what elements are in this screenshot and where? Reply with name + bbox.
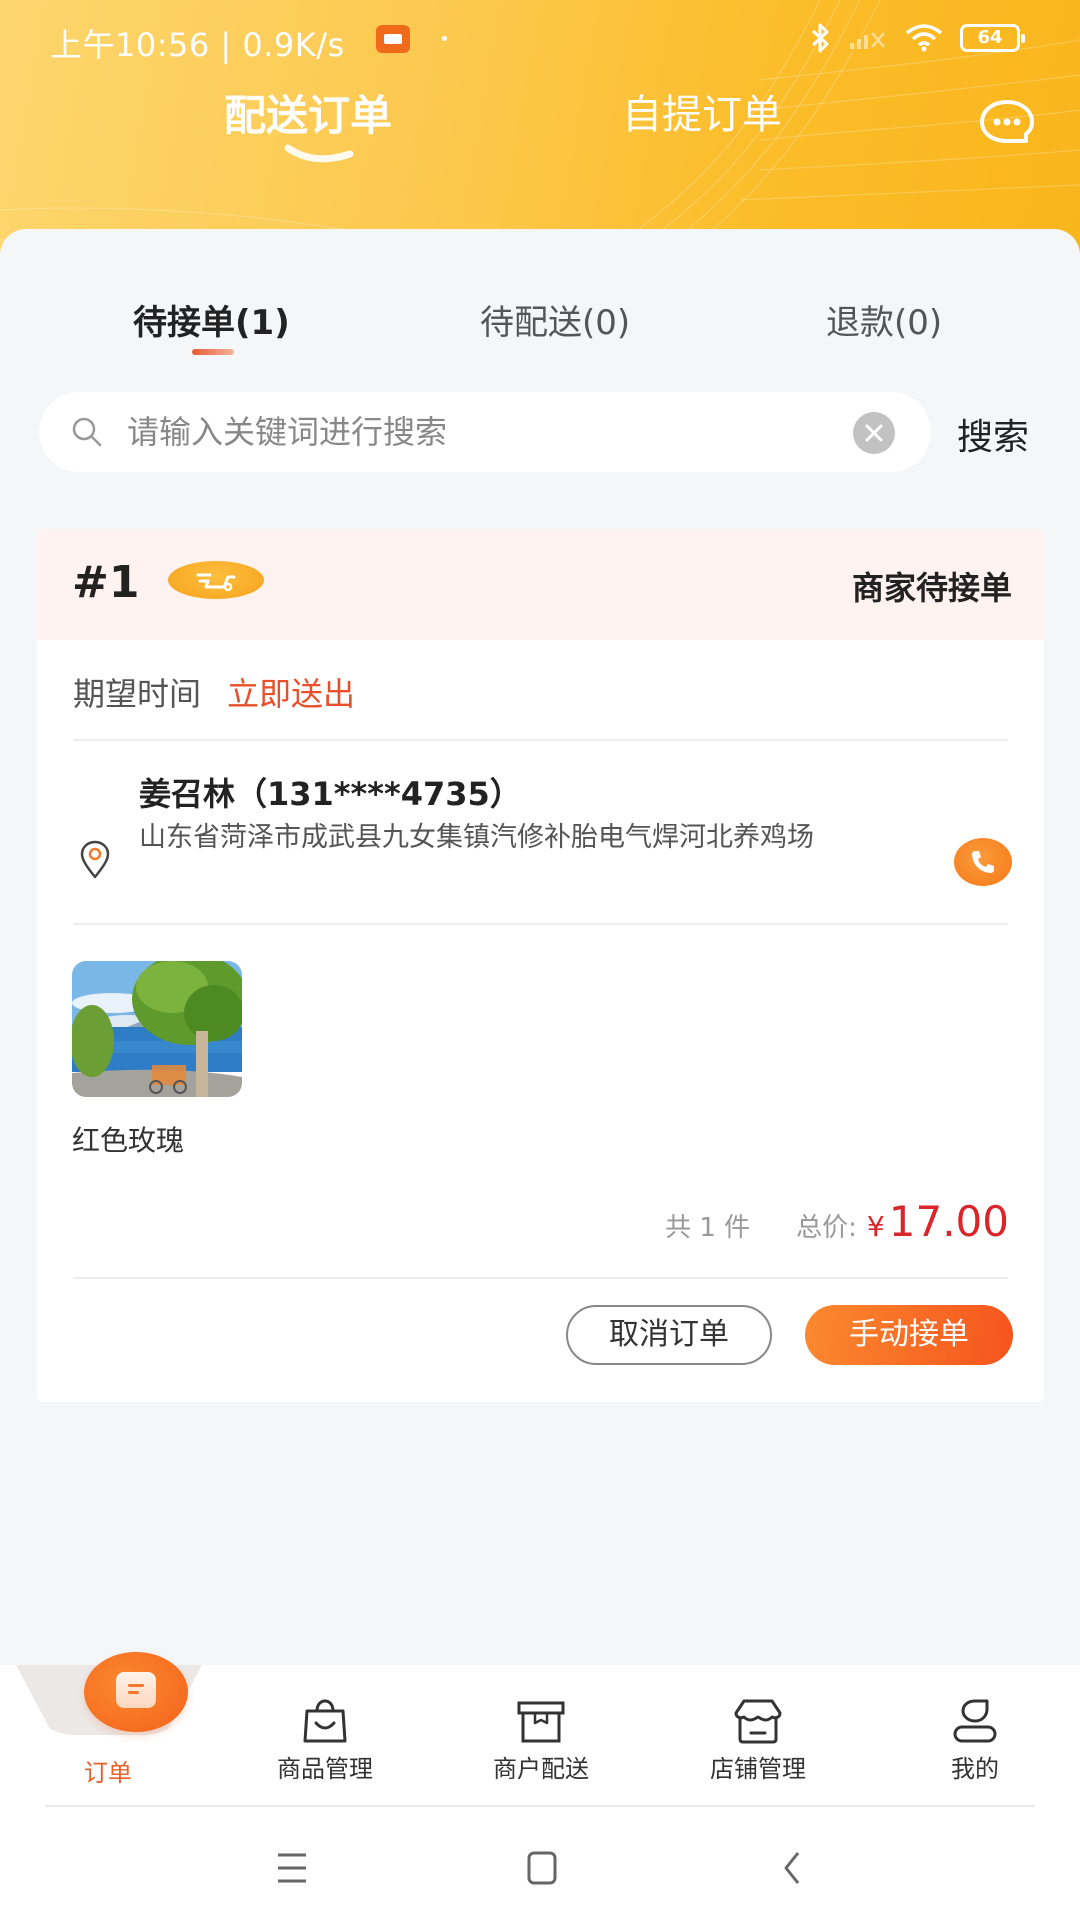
active-tab-indicator (192, 349, 234, 355)
nav-label: 店铺管理 (710, 1755, 806, 1783)
tab-pending-delivery[interactable]: 待配送(0) (480, 295, 630, 344)
expected-time-label: 期望时间 (73, 675, 202, 713)
phone-icon (972, 851, 994, 873)
expected-time-row: 期望时间 立即送出 (73, 669, 355, 715)
nav-item-product-management[interactable]: 商品管理 (245, 1665, 405, 1795)
customer-info: 姜召林（131****4735） 山东省菏泽市成武县九女集镇汽修补胎电气焊河北养… (37, 761, 1044, 921)
manual-accept-button[interactable]: 手动接单 (805, 1305, 1013, 1365)
close-icon (865, 424, 883, 442)
divider (73, 1277, 1008, 1279)
chat-bubble-icon (980, 100, 1034, 143)
signal-icon (850, 32, 885, 49)
order-total-row: 共 1 件 总价: ¥ 17.00 (665, 1197, 1009, 1246)
nav-item-orders[interactable]: 订单 (28, 1652, 188, 1795)
app-notification-icon (376, 25, 410, 53)
home-square-icon (527, 1851, 557, 1885)
divider (73, 923, 1008, 925)
order-status-tabs: 待接单(1) 待配送(0) 退款(0) (0, 295, 1080, 365)
search-row: 搜索 (39, 392, 1049, 472)
status-bar: 上午10:56 | 0.9K/s 64 (0, 0, 1080, 76)
product-image[interactable] (72, 961, 242, 1097)
order-header: #1 商家待接单 (37, 529, 1044, 640)
nav-label: 商户配送 (493, 1755, 589, 1783)
customer-name-phone: 姜召林（131****4735） (139, 775, 522, 813)
nav-label: 订单 (84, 1759, 132, 1787)
tab-pickup-orders[interactable]: 自提订单 (622, 82, 782, 140)
nav-label: 我的 (951, 1755, 999, 1783)
order-card: #1 商家待接单 期望时间 立即送出 姜召林（131****4735） 山东省菏泽… (37, 529, 1044, 1402)
search-input[interactable] (127, 406, 827, 458)
item-count: 共 1 件 (665, 1213, 751, 1243)
search-button[interactable]: 搜索 (957, 408, 1029, 460)
lake-and-tree-photo (72, 961, 242, 1097)
order-number: #1 (72, 557, 140, 608)
active-tab-swoosh-indicator (284, 144, 354, 163)
nav-item-mine[interactable]: 我的 (895, 1665, 1055, 1795)
call-customer-button[interactable] (954, 838, 1012, 886)
total-price-amount: 17.00 (888, 1197, 1009, 1246)
recent-apps-button[interactable] (262, 1843, 322, 1893)
back-chevron-icon (784, 1852, 800, 1884)
box-icon (517, 1701, 565, 1743)
currency-symbol: ¥ (866, 1210, 885, 1243)
user-icon (953, 1699, 997, 1743)
nav-label: 商品管理 (277, 1755, 373, 1783)
status-time: 上午10:56 | 0.9K/s (50, 26, 345, 64)
bottom-navigation: 订单 商品管理 商户配送 店铺管理 我的 (0, 1652, 1080, 1815)
message-button[interactable] (978, 98, 1036, 148)
back-button[interactable] (762, 1843, 822, 1893)
order-status: 商家待接单 (851, 569, 1012, 607)
battery-icon: 64 (960, 24, 1025, 52)
nav-divider (45, 1805, 1035, 1807)
order-doc-icon (84, 1652, 188, 1732)
home-button[interactable] (512, 1843, 572, 1893)
clear-search-button[interactable] (853, 412, 895, 454)
nav-item-store-management[interactable]: 店铺管理 (678, 1665, 838, 1795)
total-price-label: 总价: (796, 1213, 857, 1243)
system-navigation-bar (0, 1815, 1080, 1920)
store-icon (734, 1699, 782, 1744)
tab-delivery-orders[interactable]: 配送订单 (224, 82, 392, 143)
tab-pending-accept[interactable]: 待接单(1) (133, 295, 290, 344)
search-icon (72, 417, 102, 447)
customer-address: 山东省菏泽市成武县九女集镇汽修补胎电气焊河北养鸡场 (139, 822, 814, 853)
shopping-bag-icon (303, 1699, 347, 1743)
expected-time-value: 立即送出 (227, 675, 356, 713)
menu-icon (278, 1853, 306, 1883)
bluetooth-icon (811, 23, 829, 53)
location-pin-icon (80, 840, 110, 879)
product-name: 红色玫瑰 (72, 1124, 185, 1157)
notification-dot-icon (442, 36, 447, 41)
scooter-icon (196, 573, 236, 591)
delivery-type-badge (168, 561, 264, 599)
wifi-icon (905, 24, 943, 52)
cancel-order-button[interactable]: 取消订单 (566, 1305, 772, 1365)
search-box (39, 392, 931, 472)
divider (73, 739, 1008, 741)
nav-item-merchant-delivery[interactable]: 商户配送 (461, 1665, 621, 1795)
tab-refund[interactable]: 退款(0) (826, 295, 942, 344)
